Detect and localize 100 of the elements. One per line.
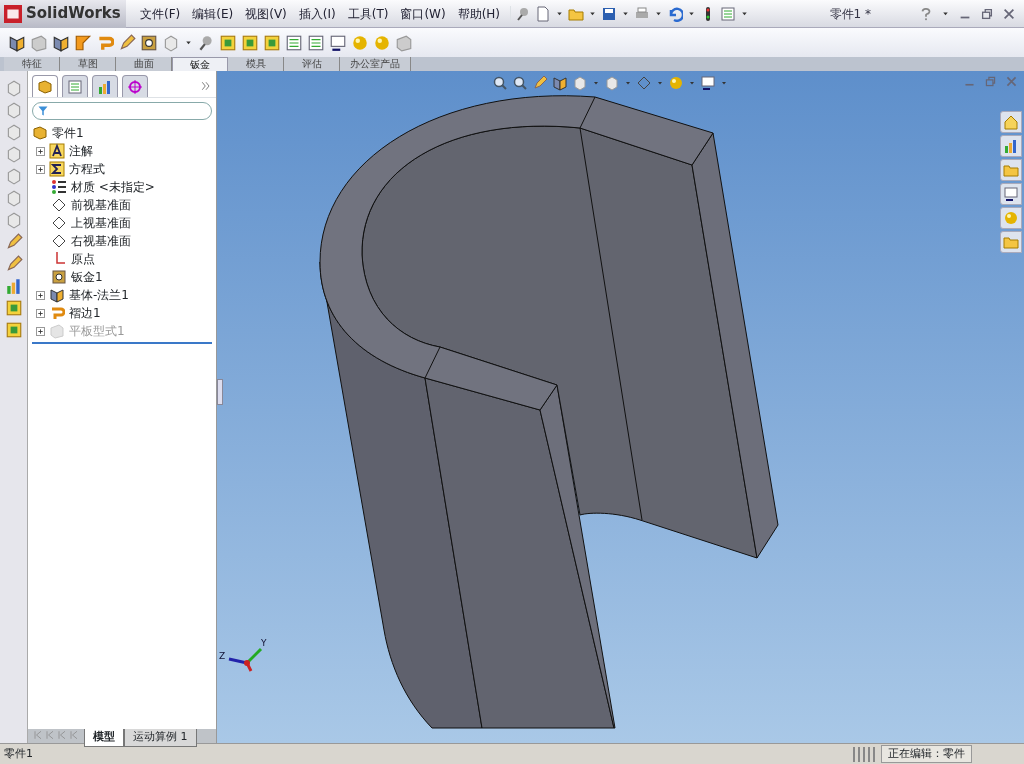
zoom-area-icon[interactable] — [512, 75, 528, 91]
menu-item[interactable]: 插入(I) — [292, 4, 342, 23]
fold-icon[interactable] — [241, 33, 259, 52]
caret-icon[interactable] — [621, 9, 631, 18]
no-bends-icon[interactable] — [285, 33, 303, 52]
zoom-to-fit-icon[interactable] — [492, 75, 508, 91]
caret-icon[interactable] — [656, 79, 664, 87]
unfold-icon[interactable] — [219, 33, 237, 52]
caret-icon[interactable] — [555, 9, 565, 18]
hem-icon — [49, 305, 65, 321]
help-icon[interactable] — [919, 6, 933, 21]
status-document: 零件1 — [4, 745, 33, 762]
expand-toggle[interactable] — [36, 326, 45, 336]
list-icon — [67, 78, 83, 95]
part-icon — [32, 125, 48, 141]
feature-tree-tab[interactable] — [32, 75, 58, 97]
tree-item[interactable]: 上视基准面 — [71, 214, 131, 232]
plus-icon — [37, 327, 44, 335]
configuration-tab[interactable] — [92, 75, 118, 97]
tree-item[interactable]: 注解 — [69, 142, 93, 160]
cut-icon[interactable] — [329, 33, 347, 52]
insert-bends-icon[interactable] — [307, 33, 325, 52]
status-mode: 正在编辑：零件 — [881, 744, 972, 764]
expand-toggle[interactable] — [36, 290, 45, 300]
jog-icon[interactable] — [118, 33, 136, 52]
plus-icon — [37, 147, 44, 155]
custom-properties-icon — [1003, 234, 1019, 250]
panel-collapse-handle[interactable] — [217, 379, 223, 405]
annotation-folder-icon — [49, 143, 65, 159]
menu-item[interactable]: 帮助(H) — [451, 4, 507, 23]
ribbon-tab[interactable]: 模具 — [228, 57, 284, 71]
bottom-tab[interactable]: 模型 — [84, 729, 124, 747]
caret-icon[interactable] — [184, 38, 193, 47]
chart-icon — [97, 78, 113, 95]
ribbon-tab[interactable]: 曲面 — [116, 57, 172, 71]
folder-icon — [1003, 162, 1019, 178]
plus-icon — [37, 165, 44, 173]
caret-icon[interactable] — [588, 9, 598, 18]
tree-item[interactable]: 钣金1 — [71, 268, 103, 286]
section-view-icon[interactable] — [552, 75, 568, 91]
resize-grip — [853, 746, 877, 762]
sheet-metal-icon — [51, 269, 67, 285]
plane-icon — [51, 215, 67, 231]
caret-icon[interactable] — [740, 9, 750, 18]
miter-flange-icon[interactable] — [74, 33, 92, 52]
close-icon[interactable] — [1002, 6, 1016, 21]
tree-item[interactable]: 前视基准面 — [71, 196, 131, 214]
property-tab[interactable] — [62, 75, 88, 97]
menu-item[interactable]: 视图(V) — [239, 4, 293, 23]
axis-label: Z — [219, 651, 226, 661]
sketch-pencil-icon[interactable] — [4, 233, 23, 251]
restore-icon[interactable] — [980, 6, 994, 21]
caret-icon[interactable] — [624, 79, 632, 87]
ribbon-tab[interactable]: 钣金 — [172, 57, 228, 71]
filter-icon — [37, 105, 49, 117]
smart-dimension-icon[interactable] — [4, 255, 23, 273]
plane-icon — [51, 197, 67, 213]
caret-icon[interactable] — [941, 9, 950, 18]
menu-item[interactable]: 编辑(E) — [186, 4, 240, 23]
ribbon-tab[interactable]: 办公室产品 — [340, 57, 411, 71]
material-icon — [51, 179, 67, 195]
ribbon-tab[interactable]: 特征 — [4, 57, 60, 71]
relations-icon[interactable] — [4, 277, 23, 295]
bottom-tab[interactable]: 运动算例 1 — [124, 729, 197, 747]
expand-toggle[interactable] — [36, 164, 45, 174]
tree-item[interactable]: 基体-法兰1 — [69, 286, 129, 304]
hide-show-icon[interactable] — [636, 75, 652, 91]
tree-item[interactable]: 右视基准面 — [71, 232, 131, 250]
sketched-bend-icon[interactable] — [140, 33, 158, 52]
checklist-icon[interactable] — [720, 5, 737, 22]
scene-icon[interactable] — [700, 75, 716, 91]
task-pane-tab[interactable] — [1000, 183, 1022, 205]
tree-item[interactable]: 原点 — [71, 250, 95, 268]
save-icon[interactable] — [601, 5, 618, 22]
axis-triad-icon — [228, 647, 263, 672]
caret-icon[interactable] — [654, 9, 664, 18]
filter-field[interactable] — [32, 102, 212, 120]
tree-item[interactable]: 零件1 — [52, 124, 84, 142]
home-icon — [1003, 114, 1019, 130]
tree-item[interactable]: 褶边1 — [69, 304, 101, 322]
tree-item[interactable]: 材质 <未指定> — [71, 178, 155, 196]
view-palette-icon — [1003, 186, 1019, 202]
flatten-icon[interactable] — [263, 33, 281, 52]
undo-icon[interactable] — [667, 5, 684, 22]
menu-item[interactable]: 工具(T) — [341, 4, 395, 23]
expand-toggle[interactable] — [36, 308, 45, 318]
caret-icon[interactable] — [720, 79, 728, 87]
ribbon-tab[interactable]: 评估 — [284, 57, 340, 71]
tree-item[interactable]: 方程式 — [69, 160, 105, 178]
menu-item[interactable]: 窗口(W) — [394, 4, 452, 23]
menu-item[interactable]: 文件(F) — [134, 4, 187, 23]
caret-icon[interactable] — [687, 9, 697, 18]
caret-icon[interactable] — [688, 79, 696, 87]
ribbon-tab[interactable]: 草图 — [60, 57, 116, 71]
display-tab[interactable] — [122, 75, 148, 97]
document-title: 零件1 * — [829, 5, 871, 23]
plus-icon — [37, 291, 44, 299]
expand-toggle[interactable] — [36, 146, 45, 156]
expand-chevron-icon[interactable] — [200, 80, 212, 92]
caret-icon[interactable] — [592, 79, 600, 87]
